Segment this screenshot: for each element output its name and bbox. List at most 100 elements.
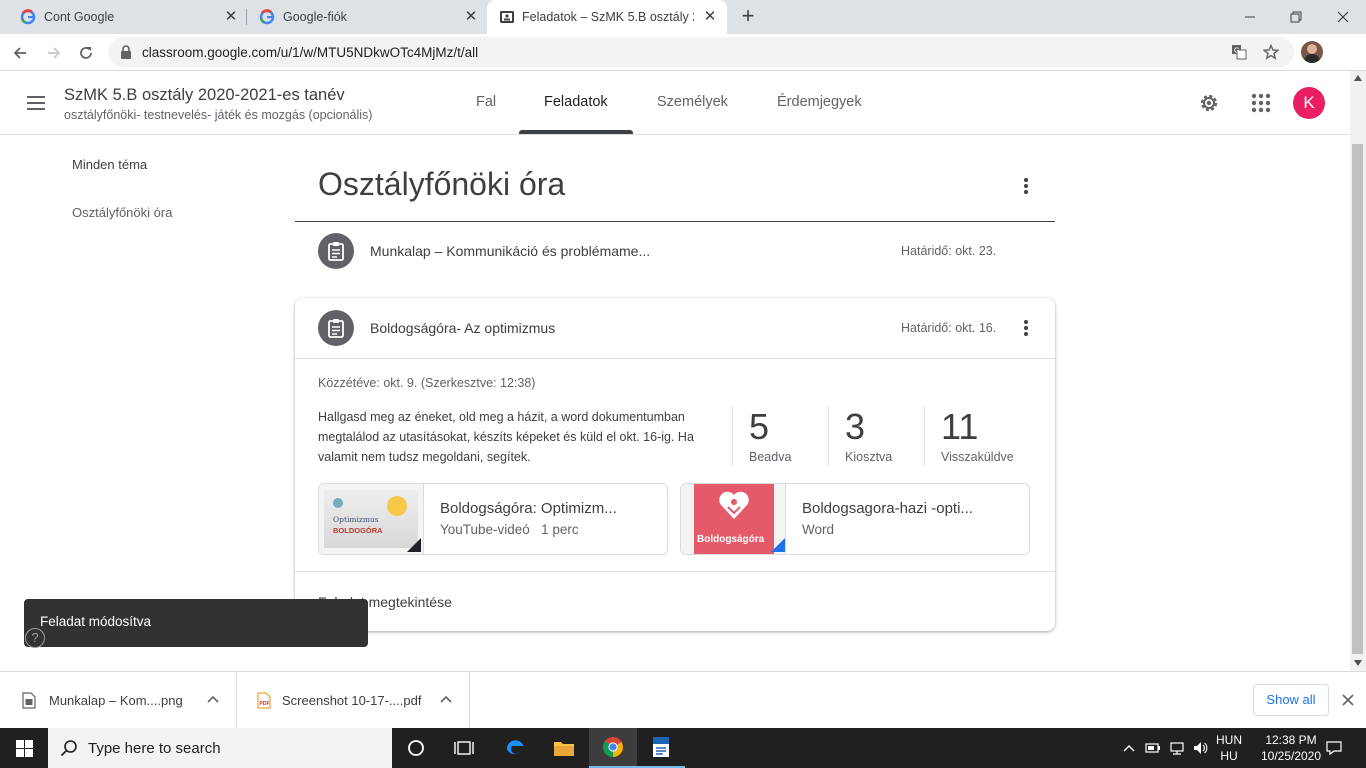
tab-google-fiok[interactable]: Google-fiók ✕: [239, 0, 487, 34]
chrome-taskbar-button[interactable]: [589, 728, 637, 768]
class-subtitle: osztályfőnöki- testnevelés- játék és moz…: [64, 108, 373, 122]
more-vert-icon[interactable]: [1016, 318, 1036, 338]
snackbar-text: Feladat módosítva: [40, 614, 152, 629]
topic-osztalyfonoki[interactable]: Osztályfőnöki óra: [72, 205, 172, 220]
windows-taskbar: Type here to search HUN HU 12:38 PM 10/25/…: [0, 728, 1366, 768]
docs-taskbar-button[interactable]: [637, 728, 685, 768]
task-view-icon: [454, 741, 474, 755]
account-avatar[interactable]: K: [1293, 87, 1325, 119]
reload-icon: [80, 47, 92, 59]
download-item[interactable]: Munkalap – Kom....png: [0, 672, 237, 728]
lock-icon: [121, 45, 131, 59]
tab-feladatok[interactable]: Feladatok: [544, 94, 608, 110]
help-icon[interactable]: ?: [25, 628, 45, 648]
menu-icon[interactable]: [24, 91, 48, 115]
restore-button[interactable]: [1285, 6, 1307, 28]
scroll-down-icon[interactable]: [1354, 660, 1362, 666]
assignment-due: Határidő: okt. 23.: [901, 244, 997, 258]
taskbar-search[interactable]: Type here to search: [48, 728, 392, 768]
google-icon: [20, 9, 36, 25]
clock-date: 10/25/2020: [1260, 749, 1322, 763]
address-bar[interactable]: classroom.google.com/u/1/w/MTU5NDkwOTc4M…: [108, 37, 1294, 67]
attachment-word[interactable]: Boldogságóra Boldogsagora-hazi -opti... …: [680, 483, 1030, 555]
notifications-icon[interactable]: [1326, 740, 1342, 756]
thumb-caption: Boldogságóra: [697, 534, 765, 545]
tab-szemelyek[interactable]: Személyek: [657, 94, 728, 110]
more-vert-icon[interactable]: [1016, 176, 1036, 196]
stat-returned[interactable]: 11 Visszaküldve: [924, 406, 1034, 466]
attachment-type: YouTube-videó: [440, 522, 530, 537]
attachment-meta: YouTube-videó 1 perc: [440, 522, 579, 537]
show-all-button[interactable]: Show all: [1253, 684, 1329, 716]
svg-text:PDF: PDF: [260, 701, 270, 707]
chrome-icon: [602, 737, 623, 758]
download-item[interactable]: PDF Screenshot 10-17-....pdf: [237, 672, 470, 728]
browser-toolbar: classroom.google.com/u/1/w/MTU5NDkwOTc4M…: [0, 34, 1366, 71]
new-tab-button[interactable]: +: [737, 5, 759, 28]
volume-icon[interactable]: [1192, 740, 1208, 756]
reload-button[interactable]: [74, 41, 98, 65]
apps-grid-icon[interactable]: [1250, 92, 1272, 114]
url-text: classroom.google.com/u/1/w/MTU5NDkwOTc4M…: [142, 45, 479, 60]
attachment-youtube[interactable]: Optimizmus BOLDOGÓRA Boldogságóra: Optim…: [318, 483, 668, 555]
scroll-up-icon[interactable]: [1354, 75, 1362, 81]
tab-strip: Cont Google ✕ Google-fiók ✕ Feladatok – …: [0, 0, 1366, 34]
chevron-up-icon[interactable]: [1121, 740, 1137, 756]
chevron-up-icon[interactable]: [438, 692, 454, 708]
close-window-button[interactable]: [1332, 6, 1354, 28]
task-view-button[interactable]: [440, 728, 488, 768]
battery-icon[interactable]: [1145, 740, 1161, 756]
assignment-description: Hallgasd meg az éneket, old meg a házit,…: [318, 410, 694, 464]
edge-taskbar-button[interactable]: [491, 728, 539, 768]
clock[interactable]: 12:38 PM 10/25/2020: [1260, 732, 1322, 764]
tab-title: Google-fiók: [283, 10, 347, 24]
minimize-button[interactable]: [1239, 6, 1261, 28]
attachment-title: Boldogságóra: Optimizm...: [440, 500, 617, 517]
forward-button[interactable]: [42, 41, 66, 65]
assignment-title[interactable]: Boldogságóra- Az optimizmus: [370, 320, 555, 336]
class-title[interactable]: SzMK 5.B osztály 2020-2021-es tanév: [64, 86, 345, 105]
close-icon[interactable]: ✕: [463, 9, 479, 25]
close-icon[interactable]: ✕: [223, 9, 239, 25]
back-button[interactable]: [8, 41, 32, 65]
tab-feladatok[interactable]: Feladatok – SzMK 5.B osztály 2020 ✕: [487, 0, 727, 34]
thumb-caption: Optimizmus: [333, 515, 379, 524]
tab-fal[interactable]: Fal: [476, 94, 496, 110]
profile-avatar[interactable]: [1301, 41, 1323, 63]
folder-icon: [554, 742, 574, 756]
input-language[interactable]: HUN HU: [1216, 732, 1242, 764]
scrollbar-thumb[interactable]: [1352, 144, 1363, 654]
star-icon[interactable]: [1263, 44, 1279, 60]
close-icon[interactable]: ✕: [702, 9, 718, 25]
close-icon[interactable]: [1340, 692, 1356, 708]
clock-time: 12:38 PM: [1265, 733, 1317, 747]
stat-value: 5: [749, 406, 770, 447]
tab-erdemjegyek[interactable]: Érdemjegyek: [777, 94, 862, 110]
attachment-title: Boldogsagora-hazi -opti...: [802, 500, 973, 517]
cortana-icon: [408, 740, 424, 756]
start-button[interactable]: [0, 728, 48, 768]
stat-assigned[interactable]: 3 Kiosztva: [828, 406, 924, 466]
classroom-header: SzMK 5.B osztály 2020-2021-es tanév oszt…: [0, 71, 1350, 135]
tab-title: Feladatok – SzMK 5.B osztály 2020: [522, 10, 694, 24]
chevron-up-icon[interactable]: [205, 692, 221, 708]
topic-title: Osztályfőnöki óra: [318, 166, 566, 202]
assignment-card-expanded[interactable]: Boldogságóra- Az optimizmus Határidő: ok…: [295, 298, 1055, 631]
tab-cont-google[interactable]: Cont Google ✕: [0, 0, 245, 34]
search-placeholder: Type here to search: [88, 740, 221, 757]
assignment-title[interactable]: Munkalap – Kommunikáció és problémame...: [370, 243, 650, 259]
layout-code: HU: [1220, 749, 1238, 763]
stat-turned-in[interactable]: 5 Beadva: [732, 406, 828, 466]
cortana-button[interactable]: [392, 728, 440, 768]
topic-all[interactable]: Minden téma: [72, 157, 147, 172]
network-icon[interactable]: [1169, 740, 1185, 756]
arrow-left-icon: [13, 47, 26, 59]
active-tab-indicator: [519, 130, 633, 134]
document-thumbnail: Boldogságóra: [681, 484, 786, 554]
arrow-right-icon: [48, 47, 61, 59]
tab-title: Cont Google: [44, 10, 115, 24]
gear-icon[interactable]: [1197, 91, 1221, 115]
file-explorer-button[interactable]: [540, 728, 588, 768]
translate-icon[interactable]: G: [1231, 44, 1247, 60]
stat-label: Visszaküldve: [941, 450, 1014, 464]
